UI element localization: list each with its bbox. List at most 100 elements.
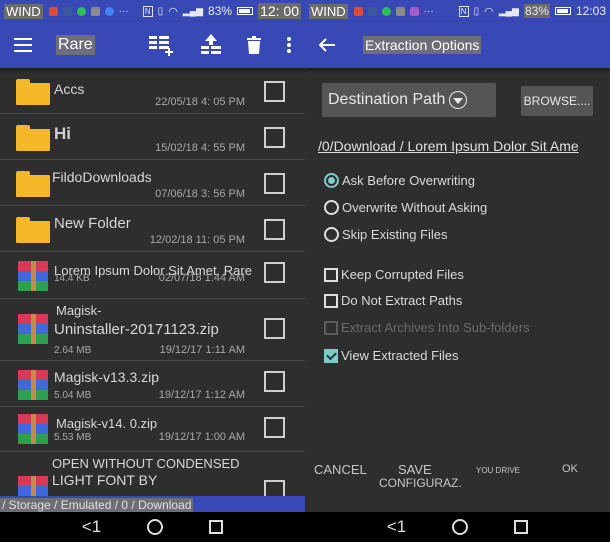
radio-ask-before-overwriting[interactable]: Ask Before Overwriting <box>324 173 475 188</box>
file-date: 19/12/17 1:00 AM <box>158 431 245 443</box>
rar-archive-icon <box>18 414 48 444</box>
file-row[interactable]: Hi 15/02/18 4: 55 PM <box>0 114 305 160</box>
app-icon <box>395 6 405 16</box>
app-title: Rare <box>56 35 95 55</box>
extraction-options-screen: WIND ··· N ▯ ◠ ▂▄▆ 83% 12:03 Extraction … <box>305 0 610 542</box>
cancel-button[interactable]: CANCEL <box>314 462 367 477</box>
rar-archive-icon <box>18 370 48 400</box>
facebook-icon <box>62 6 72 16</box>
file-date: 07/06/18 3: 56 PM <box>155 188 245 200</box>
file-row[interactable]: Magisk- Uninstaller-20171123.zip 2.64 MB… <box>0 299 305 361</box>
file-checkbox[interactable] <box>264 173 285 194</box>
navigation-bar: <1 <box>305 512 610 542</box>
rar-archive-icon <box>18 476 48 496</box>
checkbox-do-not-extract-paths[interactable]: Do Not Extract Paths <box>324 293 462 308</box>
file-row[interactable]: New Folder 12/02/18 11: 05 PM <box>0 206 305 252</box>
add-archive-icon[interactable] <box>149 34 175 56</box>
radio-label: Overwrite Without Asking <box>342 200 488 215</box>
wifi-icon: ◠ <box>168 5 178 18</box>
file-row[interactable]: Magisk-v13.3.zip 5.04 MB 19/12/17 1:12 A… <box>0 361 305 407</box>
radio-button[interactable] <box>324 173 339 188</box>
status-bar: WIND ··· N ▯ ◠ ▂▄▆ 83% 12: 00 <box>0 0 305 22</box>
delete-icon[interactable] <box>247 36 261 54</box>
more-notifications-icon: ··· <box>118 5 129 17</box>
file-list: Accs 22/05/18 4: 05 PM Hi 15/02/18 4: 55… <box>0 68 305 496</box>
checkbox[interactable] <box>324 348 338 363</box>
radio-button[interactable] <box>324 227 339 242</box>
destination-path-link[interactable]: /0/Download / Lorem Ipsum Dolor Sit Ame <box>318 138 579 154</box>
current-path[interactable]: / Storage / Emulated / 0 / Download <box>0 498 194 512</box>
folder-icon <box>16 217 50 243</box>
rar-archive-icon <box>18 261 48 291</box>
folder-icon <box>16 79 50 105</box>
file-row[interactable]: Lorem Ipsum Dolor Sit Amet. Rare 14.4 KB… <box>0 252 305 299</box>
back-nav-button[interactable]: <1 <box>82 517 101 537</box>
file-row[interactable]: OPEN WITHOUT CONDENSED LIGHT FONT BY <box>0 452 305 496</box>
destination-label: Destination Path <box>328 91 446 108</box>
home-nav-button[interactable] <box>147 519 164 535</box>
file-row[interactable]: Magisk-v14. 0.zip 5.53 MB 19/12/17 1:00 … <box>0 407 305 452</box>
notification-icons: ··· <box>353 6 434 17</box>
checkbox-extract-into-subfolders: Extract Archives Into Sub-folders <box>324 320 530 335</box>
nfc-icon: N <box>142 5 153 17</box>
checkbox <box>324 320 338 335</box>
recents-nav-button[interactable] <box>514 520 529 534</box>
file-checkbox[interactable] <box>264 318 285 339</box>
carrier-label: WIND <box>309 3 348 19</box>
file-checkbox[interactable] <box>264 81 285 102</box>
navigation-bar: <1 <box>0 512 305 542</box>
home-nav-button[interactable] <box>452 519 469 535</box>
checkbox[interactable] <box>324 267 338 282</box>
file-row[interactable]: Accs 22/05/18 4: 05 PM <box>0 68 305 114</box>
signal-icon: ▂▄▆ <box>182 5 204 16</box>
back-nav-button[interactable]: <1 <box>387 517 406 537</box>
file-checkbox[interactable] <box>264 127 285 148</box>
radio-label: Ask Before Overwriting <box>342 173 475 188</box>
path-bar: / Storage / Emulated / 0 / Download <box>0 496 305 512</box>
radio-button[interactable] <box>324 200 339 215</box>
file-date: 22/05/18 4: 05 PM <box>155 96 245 108</box>
notification-icon <box>353 6 363 16</box>
file-checkbox[interactable] <box>264 262 285 283</box>
file-name: New Folder <box>54 215 131 232</box>
whatsapp-icon <box>76 6 86 16</box>
notification-icon <box>48 6 58 16</box>
battery-percent: 83% <box>208 4 233 18</box>
destination-path-dropdown[interactable]: Destination Path <box>322 83 496 117</box>
menu-icon[interactable] <box>14 38 32 52</box>
wifi-icon: ◠ <box>484 5 494 18</box>
status-bar: WIND ··· N ▯ ◠ ▂▄▆ 83% 12:03 <box>305 0 610 22</box>
vibrate-icon: ▯ <box>157 5 164 17</box>
file-date: 15/02/18 4: 55 PM <box>155 142 245 154</box>
save-config-label[interactable]: CONFIGURAZ. <box>379 476 462 490</box>
file-name: Accs <box>54 81 85 97</box>
file-date: 19/12/17 1:11 AM <box>159 344 245 356</box>
file-checkbox[interactable] <box>264 371 285 392</box>
browse-button[interactable]: BROWSE.... <box>521 86 593 116</box>
notification-icons: ··· <box>48 5 129 17</box>
file-name: FildoDownloads <box>52 169 152 185</box>
checkbox-label: Keep Corrupted Files <box>341 267 464 282</box>
recents-nav-button[interactable] <box>209 520 224 534</box>
clock: 12:03 <box>575 4 606 18</box>
folder-icon <box>16 125 50 151</box>
file-size: 5.04 MB <box>54 390 92 401</box>
checkbox-keep-corrupted-files[interactable]: Keep Corrupted Files <box>324 267 464 282</box>
checkbox-view-extracted-files[interactable]: View Extracted Files <box>324 348 459 363</box>
file-name-line2: Uninstaller-20171123.zip <box>54 321 219 338</box>
save-button[interactable]: SAVE <box>398 462 432 477</box>
extract-icon[interactable] <box>201 34 221 56</box>
more-icon[interactable] <box>287 37 291 53</box>
checkbox[interactable] <box>324 293 338 308</box>
file-checkbox[interactable] <box>264 219 285 240</box>
radio-skip-existing-files[interactable]: Skip Existing Files <box>324 227 447 242</box>
file-checkbox[interactable] <box>264 417 285 438</box>
you-drive-button[interactable]: YOU DRIVE <box>476 466 520 475</box>
file-size: 5.53 MB <box>54 432 92 443</box>
radio-overwrite-without-asking[interactable]: Overwrite Without Asking <box>324 200 487 215</box>
checkbox-label: Extract Archives Into Sub-folders <box>341 320 530 335</box>
file-row[interactable]: FildoDownloads 07/06/18 3: 56 PM <box>0 160 305 206</box>
ok-button[interactable]: OK <box>562 463 578 475</box>
file-checkbox[interactable] <box>264 480 285 496</box>
arrow-left-icon[interactable] <box>319 38 335 52</box>
